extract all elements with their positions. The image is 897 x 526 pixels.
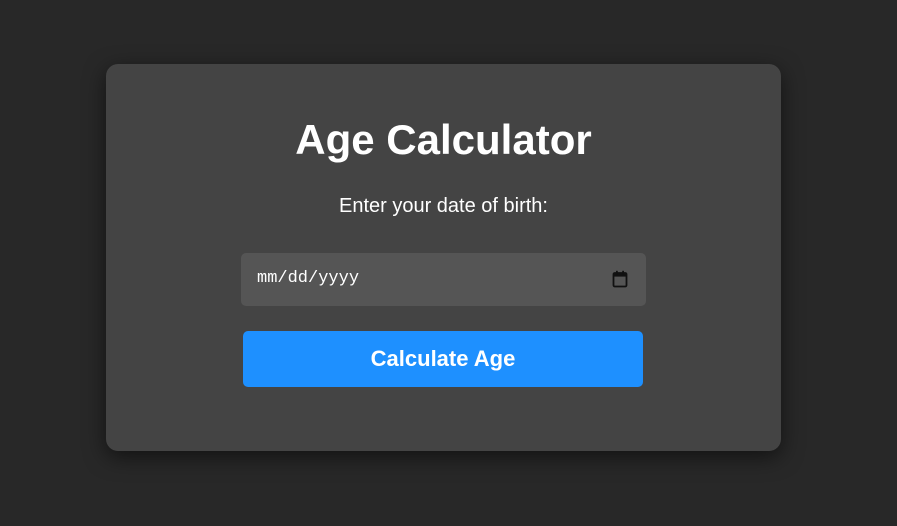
page-title: Age Calculator xyxy=(295,116,592,163)
birth-date-placeholder: mm/dd/yyyy xyxy=(257,269,360,288)
calendar-icon[interactable] xyxy=(612,270,628,288)
birth-date-prompt: Enter your date of birth: xyxy=(338,195,548,217)
birth-date-input[interactable]: mm/dd/yyyy xyxy=(241,253,646,306)
calculate-age-button[interactable]: Calculate Age xyxy=(243,331,643,387)
age-calculator-card: Age Calculator Enter your date of birth:… xyxy=(106,64,781,451)
